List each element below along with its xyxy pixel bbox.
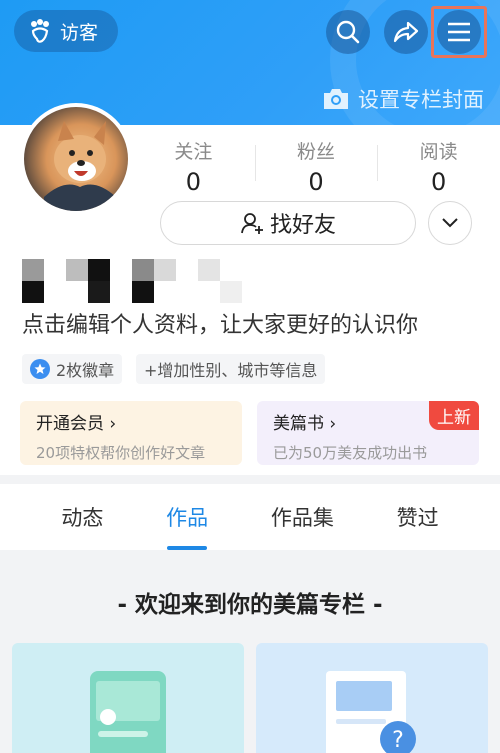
set-cover-label: 设置专栏封面 (358, 88, 484, 112)
find-friends-label: 找好友 (269, 213, 336, 238)
badges-label: 2枚徽章 (56, 361, 115, 380)
book-promo-card[interactable]: 美篇书 › 已为50万美友成功出书 上新 (257, 401, 479, 465)
stat-reads[interactable]: 阅读 0 (377, 137, 500, 197)
stat-value: 0 (431, 168, 447, 196)
stat-following[interactable]: 关注 0 (132, 137, 255, 197)
document-illustration: ? (326, 671, 416, 753)
expand-button[interactable] (428, 201, 472, 245)
tab-liked[interactable]: 赞过 (397, 484, 439, 550)
profile-card: 关注 0 粉丝 0 阅读 0 找好友 点击编辑个人资料，让大家更好的认识你 2枚… (0, 103, 500, 475)
star-badge-icon (30, 359, 50, 379)
menu-button[interactable] (437, 10, 481, 54)
new-badge: 上新 (429, 401, 479, 430)
stat-value: 0 (185, 168, 201, 196)
username-redacted (22, 259, 242, 303)
vip-promo-card[interactable]: 开通会员 › 20项特权帮你创作好文章 (20, 401, 242, 465)
set-cover-button[interactable]: 设置专栏封面 (322, 84, 484, 114)
camera-icon (324, 89, 348, 109)
stat-followers[interactable]: 粉丝 0 (254, 137, 378, 197)
add-user-icon (241, 213, 263, 234)
dog-avatar-illustration (44, 121, 116, 211)
vip-promo-subtitle: 20项特权帮你创作好文章 (36, 444, 206, 462)
book-promo-subtitle: 已为50万美友成功出书 (273, 444, 428, 462)
welcome-title: - 欢迎来到你的美篇专栏 - (117, 592, 383, 618)
profile-bio[interactable]: 点击编辑个人资料，让大家更好的认识你 (22, 307, 418, 339)
stat-label: 关注 (174, 141, 213, 163)
phone-illustration (90, 671, 166, 753)
stat-label: 粉丝 (297, 141, 336, 163)
avatar[interactable] (20, 103, 132, 215)
template-card[interactable]: ? (256, 643, 488, 753)
tab-activity[interactable]: 动态 (61, 484, 103, 550)
stat-label: 阅读 (419, 141, 458, 163)
find-friends-button[interactable]: 找好友 (160, 201, 416, 245)
template-card[interactable] (12, 643, 244, 753)
menu-highlight-box (431, 6, 487, 58)
hamburger-menu-icon (448, 22, 470, 42)
badges-tag[interactable]: 2枚徽章 (22, 354, 123, 384)
add-info-tag[interactable]: +增加性别、城市等信息 (136, 354, 326, 384)
tab-works[interactable]: 作品 (166, 484, 208, 550)
search-icon (336, 20, 360, 44)
avatar-image (24, 107, 128, 211)
footprint-icon (31, 19, 49, 43)
svg-text:?: ? (392, 728, 404, 753)
add-info-label: +增加性别、城市等信息 (144, 361, 318, 380)
share-button[interactable] (384, 10, 428, 54)
stat-value: 0 (308, 168, 324, 196)
tab-collections[interactable]: 作品集 (271, 484, 334, 550)
visitor-button[interactable]: 访客 (14, 10, 118, 52)
vip-promo-title: 开通会员 › (36, 414, 117, 434)
share-icon (393, 21, 419, 43)
stats-row: 关注 0 粉丝 0 阅读 0 (132, 137, 500, 197)
chevron-down-icon (442, 218, 458, 228)
visitor-label: 访客 (60, 21, 99, 44)
content-tabs: 动态 作品 作品集 赞过 (0, 484, 500, 550)
search-button[interactable] (326, 10, 370, 54)
